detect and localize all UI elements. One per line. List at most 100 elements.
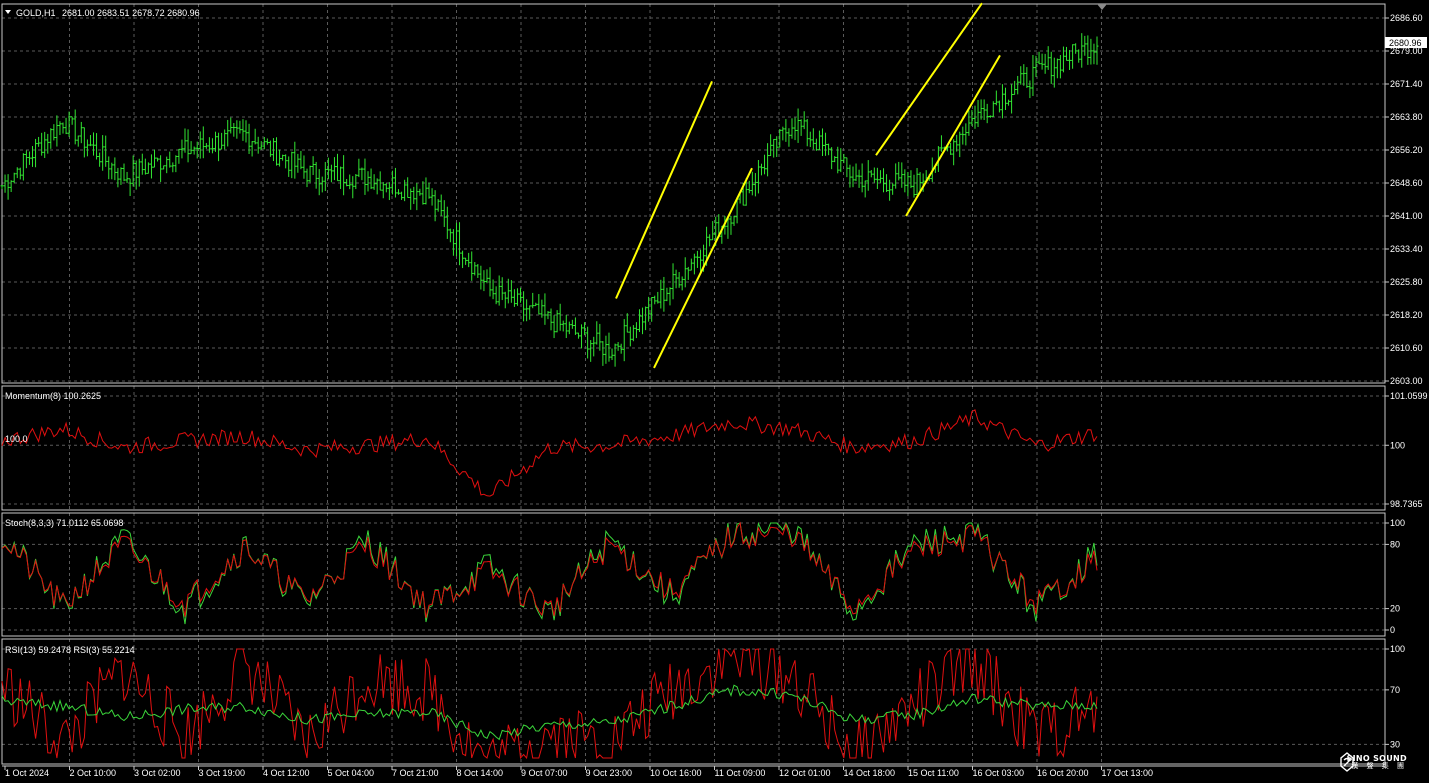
price-bar <box>522 291 526 322</box>
price-bar <box>369 168 373 190</box>
price-bar <box>1071 44 1075 69</box>
price-bar <box>88 135 92 147</box>
price-bar <box>153 149 157 168</box>
price-bar <box>1058 55 1062 79</box>
price-bar <box>674 269 678 289</box>
collapse-triangle-icon[interactable] <box>5 10 11 14</box>
price-label: 2648.60 <box>1390 178 1423 188</box>
price-bar <box>799 119 803 136</box>
price-bar <box>451 229 455 256</box>
price-bar <box>576 332 580 339</box>
momentum-title: Momentum(8) 100.2625 <box>5 391 101 401</box>
price-bar <box>387 182 391 201</box>
price-bar <box>329 164 333 183</box>
price-bar <box>842 153 846 164</box>
price-bar <box>845 157 849 178</box>
price-bar <box>162 165 166 170</box>
price-bar <box>1046 46 1050 70</box>
price-bar <box>708 234 712 247</box>
price-bar <box>70 116 74 125</box>
price-bar <box>982 99 986 120</box>
price-bar <box>607 332 611 362</box>
trading-chart[interactable]: 1 Oct 2024 2 Oct 10:00 3 Oct 02:00 3 Oct 19… <box>0 0 1429 783</box>
price-bar <box>683 257 687 288</box>
price-bar <box>784 119 788 142</box>
price-bar <box>656 291 660 304</box>
price-bar <box>525 299 529 322</box>
price-bar <box>354 174 358 190</box>
rsi-axis-label: 100 <box>1390 644 1405 654</box>
rsi-title: RSI(13) 59.2478 RSI(3) 55.2214 <box>5 645 135 655</box>
channel-line-lower[interactable] <box>905 54 1001 217</box>
price-bar <box>689 258 693 271</box>
price-bar <box>409 188 413 210</box>
channel-line-lower[interactable] <box>653 167 753 369</box>
price-bar <box>146 162 150 174</box>
price-bar <box>217 132 221 162</box>
price-bar <box>622 319 626 362</box>
price-bar <box>406 177 410 199</box>
momentum-axis-label: 100 <box>1390 440 1405 450</box>
price-bar <box>558 303 562 331</box>
panel-frames <box>1 3 1386 767</box>
price-bar <box>610 348 614 361</box>
price-bar <box>519 287 523 303</box>
price-bar <box>866 160 870 191</box>
price-bar <box>604 335 608 364</box>
price-bar <box>552 315 556 339</box>
price-bar <box>9 180 13 193</box>
price-bar <box>122 163 126 182</box>
price-bar <box>595 321 599 345</box>
price-bar <box>302 155 306 179</box>
price-bar <box>1016 75 1020 95</box>
price-bar <box>116 167 120 188</box>
shift-marker-icon[interactable] <box>1097 4 1107 10</box>
price-bar <box>796 108 800 143</box>
price-bar <box>461 250 465 269</box>
price-bar <box>500 277 504 301</box>
stoch-axis-label: 20 <box>1390 604 1400 614</box>
price-bar <box>235 120 239 139</box>
current-price-text: 2680.96 <box>1389 38 1422 48</box>
price-bar <box>671 263 675 300</box>
price-bar <box>955 134 959 152</box>
price-bar <box>360 167 364 181</box>
price-bar <box>567 321 571 335</box>
price-bar <box>95 133 99 160</box>
price-bar <box>1010 84 1014 114</box>
price-bar <box>82 127 86 158</box>
price-label: 2625.80 <box>1390 277 1423 287</box>
price-bar <box>894 163 898 189</box>
price-bar <box>253 128 257 145</box>
stoch-axis-label: 0 <box>1390 625 1395 635</box>
price-bar <box>204 142 208 149</box>
price-bar <box>860 163 864 193</box>
price-bar <box>555 310 559 333</box>
price-bar <box>241 119 245 141</box>
momentum-line <box>1 409 1098 497</box>
price-bar <box>509 280 513 303</box>
price-bar <box>244 120 248 143</box>
price-bar <box>223 129 227 150</box>
price-bar <box>692 253 696 275</box>
price-bar <box>515 288 519 306</box>
price-bar <box>336 153 340 182</box>
price-bar <box>79 121 83 144</box>
price-bar <box>628 326 632 347</box>
price-bars <box>0 33 1099 367</box>
price-bar <box>183 128 187 153</box>
price-bar <box>165 156 169 174</box>
price-bar <box>787 128 791 147</box>
price-bar <box>528 305 532 320</box>
price-bar <box>323 161 327 192</box>
price-bar <box>348 174 352 190</box>
time-label: 9 Oct 07:00 <box>521 768 568 778</box>
price-bar <box>573 317 577 335</box>
price-bar <box>256 136 260 154</box>
price-bar <box>470 251 474 281</box>
price-bar <box>445 206 449 239</box>
trend-channels[interactable] <box>615 2 1001 369</box>
price-bar <box>1074 43 1078 54</box>
price-bar <box>964 123 968 146</box>
price-bar <box>808 131 812 148</box>
